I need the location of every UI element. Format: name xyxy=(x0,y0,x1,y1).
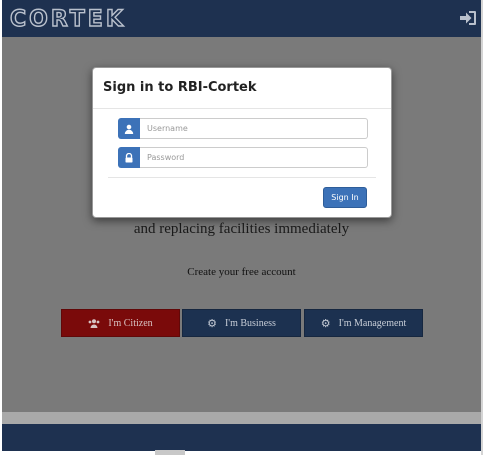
footer xyxy=(2,424,481,451)
page: CORTEK Insp ors, and replacing facilitie… xyxy=(0,0,483,455)
horizontal-scrollbar[interactable] xyxy=(155,450,185,455)
modal-header-divider xyxy=(93,108,391,109)
sign-in-button[interactable]: Sign In xyxy=(323,187,367,208)
management-button-label: I'm Management xyxy=(338,317,407,329)
sign-in-icon[interactable] xyxy=(459,10,477,26)
username-input-group xyxy=(118,118,368,139)
business-button-label: I'm Business xyxy=(224,317,276,329)
password-input[interactable] xyxy=(140,147,368,168)
navbar: CORTEK xyxy=(2,0,481,37)
content-bottom-band xyxy=(2,412,481,424)
modal-footer-divider xyxy=(108,177,376,178)
create-account-text: Create your free account xyxy=(187,266,296,278)
citizen-button[interactable]: I'm Citizen xyxy=(61,309,180,337)
gear-icon: ⚙ xyxy=(207,317,217,330)
password-input-group xyxy=(118,147,368,168)
lock-icon xyxy=(118,147,140,168)
user-icon xyxy=(118,118,140,139)
management-button[interactable]: ⚙ I'm Management xyxy=(304,309,423,337)
logo-text: CORTEK xyxy=(10,7,126,29)
sign-in-modal: Sign in to RBI-Cortek Sign In xyxy=(92,67,392,218)
hero-text-line2: and replacing facilities immediately xyxy=(133,221,350,237)
citizen-button-label: I'm Citizen xyxy=(108,317,153,329)
business-button[interactable]: ⚙ I'm Business xyxy=(182,309,301,337)
gear-icon: ⚙ xyxy=(320,317,331,330)
username-input[interactable] xyxy=(140,118,368,139)
users-icon xyxy=(88,318,100,328)
modal-title: Sign in to RBI-Cortek xyxy=(103,80,257,95)
cortek-logo[interactable]: CORTEK xyxy=(10,7,152,29)
